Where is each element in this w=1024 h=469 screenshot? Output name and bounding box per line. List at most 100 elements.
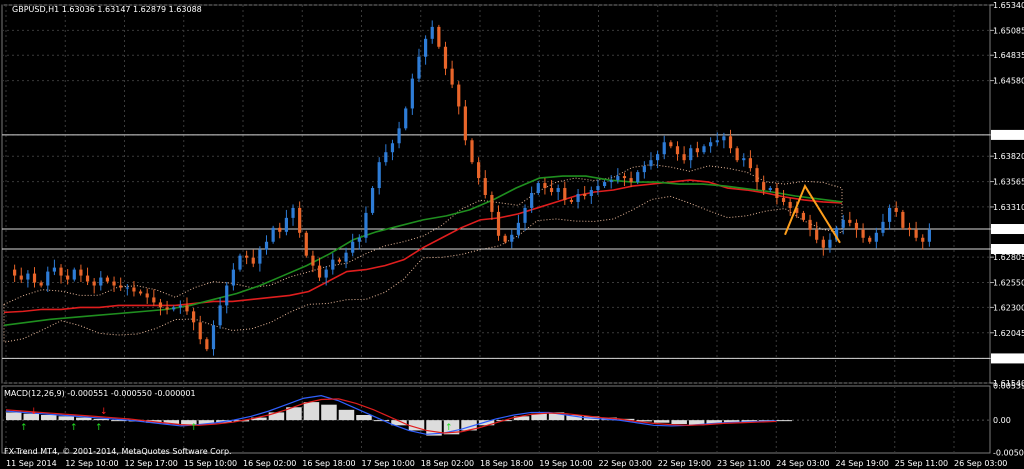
x-tick-label: 11 Sep 2014 [6,459,57,468]
signal-arrow-up: ↑ [445,423,453,433]
candle-body [841,219,845,228]
candle-body [543,183,547,189]
candle-body [105,277,110,282]
candle-body [669,142,673,147]
macd-bar [776,420,792,422]
candle-body [337,259,342,262]
candle-body [390,143,395,153]
candle-body [490,194,494,212]
candle-body [450,68,454,85]
candle-body [735,148,739,161]
candle-body [496,211,501,236]
time-axis: 11 Sep 2014 12 Sep 10:00 12 Sep 17:00 15 Se… [6,459,1007,468]
candle-body [245,255,249,258]
x-tick-label: 17 Sep 10:00 [362,459,415,468]
candle-body [901,211,905,228]
candle-body [13,269,17,276]
candle-body [370,188,375,213]
macd-bar [6,412,22,421]
x-tick-label: 25 Sep 11:00 [895,459,948,468]
candle-body [715,140,719,143]
price-chart[interactable]: ↑ ↑ ↑ ↑ ↑↓ ↓ 1.653401.650851.648351.645801.64… [0,0,1024,469]
macd-signal-line [5,398,777,434]
candle-body [291,207,295,218]
candle-body [26,273,30,280]
candle-body [662,142,666,155]
candle-body [516,222,520,235]
candle-body [921,237,925,242]
candle-body [894,207,898,212]
candle-body [32,273,37,283]
candle-body [549,188,554,193]
candle-body [311,255,315,266]
candle-body [152,297,156,303]
candle-body [768,188,772,191]
candle-body [351,241,355,253]
candle-body [278,227,282,232]
candle-body [748,158,752,169]
candle-body [702,146,706,153]
macd-bar [58,416,75,421]
chart-terminal[interactable]: ↑ ↑ ↑ ↑ ↑ ↓ ↓ 1.65340 1.65085 1.64835 1.64580 1.64… [0,0,1024,469]
candle-body [762,182,766,191]
candle-body [304,232,308,256]
candle-body [722,136,726,141]
candle-body [92,281,96,286]
macd-bar [268,412,285,421]
x-tick-label: 15 Sep 10:00 [184,459,237,468]
candle-body [225,285,229,306]
y-tick-label: 1.63088 [993,225,1024,234]
candle-body [198,322,202,340]
candle-body [132,287,136,292]
ichimoku-cloud [3,163,843,343]
candle-body [755,168,759,183]
candle-body [158,302,163,308]
candle-body [470,140,474,163]
macd-bar [671,420,687,425]
candle-body [397,128,401,144]
y-tick-label: 1.64835 [993,51,1024,60]
y-tick-label: 1.62300 [993,303,1024,312]
candle-body [907,227,912,230]
signal-arrow-down: ↓ [100,407,108,417]
candle-body [510,234,514,242]
y-tick-label: 1.61787 [993,354,1024,363]
x-tick-label: 26 Sep 03:00 [954,459,1007,468]
candle-body [46,271,50,286]
candle-body [218,305,222,326]
candle-body [331,259,335,270]
candle-body [596,186,600,191]
macd-bar [303,402,320,421]
y-tick-label: 1.62550 [993,279,1024,288]
candle-body [888,207,892,222]
candle-body [689,148,693,161]
candle-body [589,190,593,196]
candle-body [258,249,262,264]
candle-body [264,241,269,250]
candle-body [377,162,381,189]
candle-body [821,239,825,248]
candle-body [284,217,288,232]
signal-arrow-down: ↓ [30,407,38,417]
candle-body [556,188,560,193]
candle-body [815,229,819,240]
y-tick-label: 1.64034 [993,131,1024,140]
candle-body [629,178,633,183]
candle-body [781,197,786,202]
candle-body [238,255,242,270]
candle-body [178,305,182,308]
candle-body [576,194,580,202]
candle-body [848,219,852,223]
y-tick-label: 1.64580 [993,77,1024,86]
x-tick-label: 18 Sep 18:00 [480,459,533,468]
y-tick-label: 1.62805 [993,253,1024,262]
candle-body [125,287,129,289]
candle-body [457,84,461,107]
candle-body [536,183,540,194]
signal-arrow-up: ↑ [95,423,103,433]
candle-body [271,227,275,242]
candle-body [72,269,76,280]
candle-body [205,339,209,350]
candle-body [211,325,216,350]
candle-body [569,199,574,202]
